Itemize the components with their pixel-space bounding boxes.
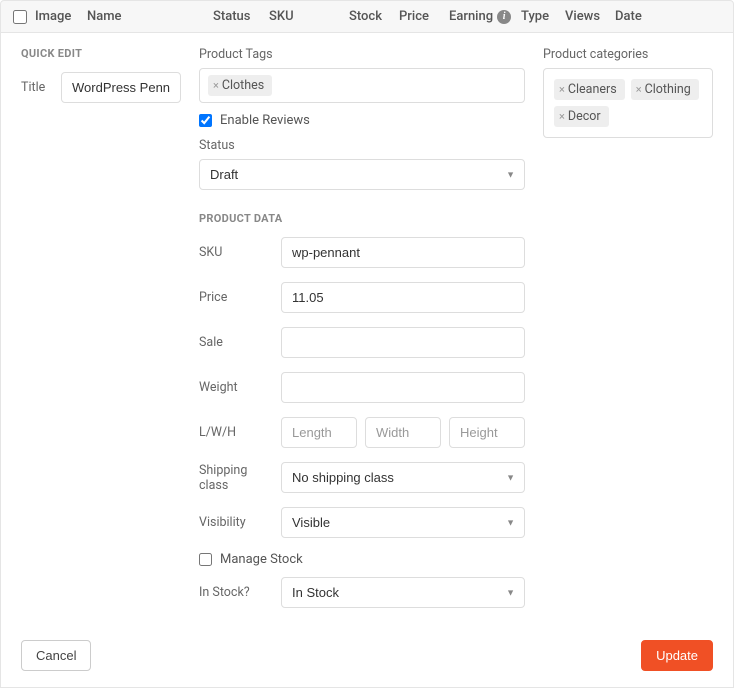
visibility-label: Visibility xyxy=(199,515,271,530)
category-text: Cleaners xyxy=(568,82,617,97)
tag-text: Clothes xyxy=(222,78,264,93)
col-price[interactable]: Price xyxy=(399,9,441,24)
length-input[interactable] xyxy=(281,417,357,448)
sale-label: Sale xyxy=(199,335,271,350)
dimensions-label: L/W/H xyxy=(199,425,271,440)
price-input[interactable] xyxy=(281,282,525,313)
quick-edit-label: QUICK EDIT xyxy=(21,47,181,60)
title-input[interactable] xyxy=(61,72,181,103)
update-button[interactable]: Update xyxy=(641,640,713,671)
col-views[interactable]: Views xyxy=(565,9,607,24)
col-sku[interactable]: SKU xyxy=(269,9,341,24)
col-type[interactable]: Type xyxy=(521,9,557,24)
width-input[interactable] xyxy=(365,417,441,448)
col-stock[interactable]: Stock xyxy=(349,9,391,24)
tag-chip: × Clothes xyxy=(208,75,272,96)
shipping-class-select[interactable]: No shipping class xyxy=(281,462,525,493)
product-tags-input[interactable]: × Clothes xyxy=(199,68,525,103)
in-stock-label: In Stock? xyxy=(199,585,271,600)
enable-reviews-label: Enable Reviews xyxy=(220,113,310,128)
product-categories-label: Product categories xyxy=(543,47,713,62)
category-chip: × Cleaners xyxy=(554,79,625,100)
title-label: Title xyxy=(21,80,51,95)
cancel-button[interactable]: Cancel xyxy=(21,640,91,671)
shipping-class-label: Shipping class xyxy=(199,463,271,493)
tag-remove-icon[interactable]: × xyxy=(636,83,642,96)
product-data-label: PRODUCT DATA xyxy=(199,212,525,225)
quick-edit-panel: QUICK EDIT Title Product Tags × Clothes … xyxy=(0,33,734,688)
weight-input[interactable] xyxy=(281,372,525,403)
tag-remove-icon[interactable]: × xyxy=(213,79,219,92)
category-chip: × Clothing xyxy=(631,79,699,100)
product-categories-box[interactable]: × Cleaners × Clothing × Decor xyxy=(543,68,713,138)
category-chip: × Decor xyxy=(554,106,609,127)
visibility-select[interactable]: Visible xyxy=(281,507,525,538)
sku-input[interactable] xyxy=(281,237,525,268)
col-date[interactable]: Date xyxy=(615,9,651,24)
manage-stock-label: Manage Stock xyxy=(220,552,303,567)
tag-remove-icon[interactable]: × xyxy=(559,110,565,123)
sale-input[interactable] xyxy=(281,327,525,358)
weight-label: Weight xyxy=(199,380,271,395)
product-tags-label: Product Tags xyxy=(199,47,525,62)
col-name[interactable]: Name xyxy=(87,9,205,24)
col-status[interactable]: Status xyxy=(213,9,261,24)
status-select[interactable]: Draft xyxy=(199,159,525,190)
info-icon: i xyxy=(497,10,511,24)
height-input[interactable] xyxy=(449,417,525,448)
status-label: Status xyxy=(199,138,525,153)
select-all-checkbox[interactable] xyxy=(13,10,27,24)
table-header: Image Name Status SKU Stock Price Earnin… xyxy=(0,0,734,33)
sku-label: SKU xyxy=(199,245,271,260)
manage-stock-checkbox[interactable] xyxy=(199,553,212,566)
tag-remove-icon[interactable]: × xyxy=(559,83,565,96)
enable-reviews-checkbox[interactable] xyxy=(199,114,212,127)
price-label: Price xyxy=(199,290,271,305)
col-image[interactable]: Image xyxy=(35,9,79,24)
col-earning[interactable]: Earning i xyxy=(449,9,513,24)
category-text: Clothing xyxy=(645,82,691,97)
category-text: Decor xyxy=(568,109,601,124)
in-stock-select[interactable]: In Stock xyxy=(281,577,525,608)
col-earning-label: Earning xyxy=(449,9,493,24)
